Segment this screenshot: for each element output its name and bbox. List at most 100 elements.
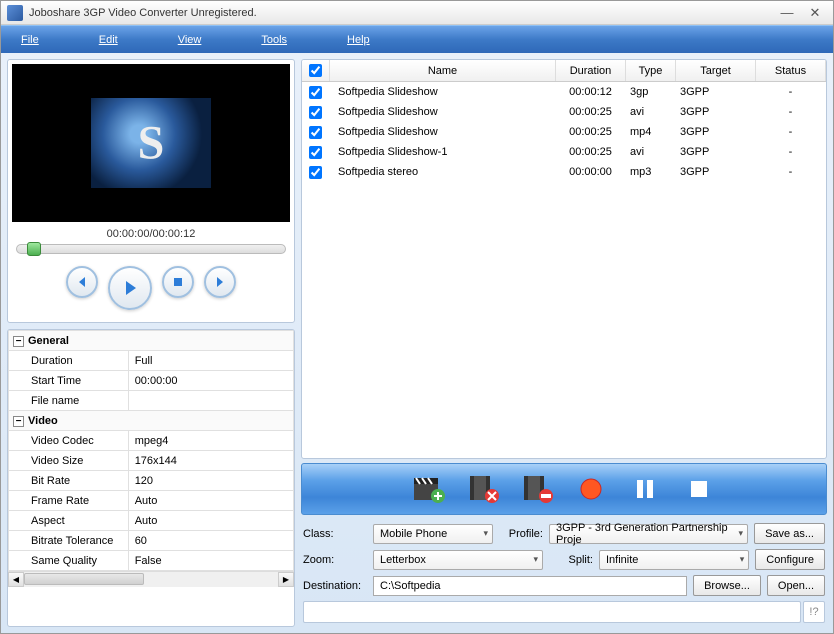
class-combo[interactable]: Mobile Phone (373, 524, 493, 544)
menu-edit[interactable]: Edit (99, 34, 118, 46)
film-clear-icon (520, 474, 554, 504)
col-name[interactable]: Name (330, 60, 556, 81)
cell-type: avi (626, 146, 676, 158)
prop-value[interactable]: 60 (128, 531, 293, 551)
cell-status: - (756, 146, 826, 158)
group-label: General (28, 335, 69, 347)
table-row[interactable]: Softpedia Slideshow 00:00:25 avi 3GPP - (302, 102, 826, 122)
prop-value[interactable]: 00:00:00 (128, 371, 293, 391)
menubar: File Edit View Tools Help (1, 25, 833, 53)
prop-key: Frame Rate (9, 491, 129, 511)
col-target[interactable]: Target (676, 60, 756, 81)
profile-combo[interactable]: 3GPP - 3rd Generation Partnership Proje (549, 524, 748, 544)
table-row[interactable]: Softpedia Slideshow-1 00:00:25 avi 3GPP … (302, 142, 826, 162)
stop-convert-button[interactable] (681, 471, 717, 507)
prop-value[interactable]: 176x144 (128, 451, 293, 471)
collapse-toggle[interactable]: − (13, 336, 24, 347)
menu-view[interactable]: View (178, 34, 202, 46)
open-button[interactable]: Open... (767, 575, 825, 596)
play-button[interactable] (108, 266, 152, 310)
film-remove-icon (466, 474, 500, 504)
collapse-toggle[interactable]: − (13, 416, 24, 427)
col-duration[interactable]: Duration (556, 60, 626, 81)
row-checkbox[interactable] (309, 146, 322, 159)
menu-tools[interactable]: Tools (261, 34, 287, 46)
class-label: Class: (303, 528, 367, 540)
prop-key: Same Quality (9, 551, 129, 571)
close-button[interactable]: ✕ (803, 5, 827, 21)
prop-key: Start Time (9, 371, 129, 391)
pause-button[interactable] (627, 471, 663, 507)
col-status[interactable]: Status (756, 60, 826, 81)
menu-file[interactable]: File (21, 34, 39, 46)
menu-help[interactable]: Help (347, 34, 370, 46)
prop-key: Duration (9, 351, 129, 371)
record-button[interactable] (573, 471, 609, 507)
browse-button[interactable]: Browse... (693, 575, 761, 596)
record-icon (579, 477, 603, 501)
minimize-button[interactable]: — (775, 5, 799, 21)
split-combo[interactable]: Infinite (599, 550, 749, 570)
group-label: Video (28, 415, 58, 427)
props-hscrollbar[interactable]: ◀ ▶ (8, 571, 294, 587)
cell-target: 3GPP (676, 106, 756, 118)
profile-label: Profile: (499, 528, 543, 540)
cell-name: Softpedia Slideshow (330, 106, 556, 118)
window-title: Joboshare 3GP Video Converter Unregister… (29, 7, 775, 19)
next-icon (213, 275, 227, 289)
prop-value[interactable]: False (128, 551, 293, 571)
properties-panel: −GeneralDurationFullStart Time00:00:00Fi… (7, 329, 295, 627)
stop-button[interactable] (162, 266, 194, 298)
zoom-combo[interactable]: Letterbox (373, 550, 543, 570)
prop-key: Bitrate Tolerance (9, 531, 129, 551)
clapper-add-icon (412, 474, 446, 504)
seek-thumb[interactable] (27, 242, 41, 256)
table-row[interactable]: Softpedia stereo 00:00:00 mp3 3GPP - (302, 162, 826, 182)
preview-panel: 00:00:00/00:00:12 (7, 59, 295, 323)
table-row[interactable]: Softpedia Slideshow 00:00:25 mp4 3GPP - (302, 122, 826, 142)
cell-status: - (756, 86, 826, 98)
scroll-thumb[interactable] (24, 573, 144, 585)
prop-key: File name (9, 391, 129, 411)
action-toolbar (301, 463, 827, 515)
prop-key: Video Codec (9, 431, 129, 451)
add-file-button[interactable] (411, 471, 447, 507)
titlebar: Joboshare 3GP Video Converter Unregister… (1, 1, 833, 25)
scroll-left-arrow[interactable]: ◀ (8, 572, 24, 587)
prev-icon (75, 275, 89, 289)
video-thumbnail (91, 98, 211, 188)
remove-file-button[interactable] (465, 471, 501, 507)
prop-value[interactable] (128, 391, 293, 411)
prop-value[interactable]: Full (128, 351, 293, 371)
row-checkbox[interactable] (309, 106, 322, 119)
row-checkbox[interactable] (309, 126, 322, 139)
prop-value[interactable]: Auto (128, 511, 293, 531)
clear-list-button[interactable] (519, 471, 555, 507)
scroll-right-arrow[interactable]: ▶ (278, 572, 294, 587)
destination-input[interactable]: C:\Softpedia (373, 576, 687, 596)
col-type[interactable]: Type (626, 60, 676, 81)
select-all-checkbox[interactable] (309, 64, 322, 77)
save-as-button[interactable]: Save as... (754, 523, 825, 544)
prop-key: Aspect (9, 511, 129, 531)
next-button[interactable] (204, 266, 236, 298)
prop-value[interactable]: Auto (128, 491, 293, 511)
configure-button[interactable]: Configure (755, 549, 825, 570)
prev-button[interactable] (66, 266, 98, 298)
prop-value[interactable]: 120 (128, 471, 293, 491)
settings-panel: Class: Mobile Phone Profile: 3GPP - 3rd … (301, 519, 827, 627)
seek-slider[interactable] (16, 244, 286, 254)
table-row[interactable]: Softpedia Slideshow 00:00:12 3gp 3GPP - (302, 82, 826, 102)
cell-target: 3GPP (676, 126, 756, 138)
row-checkbox[interactable] (309, 86, 322, 99)
dest-label: Destination: (303, 580, 367, 592)
status-help-button[interactable]: !? (803, 601, 825, 623)
cell-duration: 00:00:25 (556, 126, 626, 138)
prop-value[interactable]: mpeg4 (128, 431, 293, 451)
prop-key: Bit Rate (9, 471, 129, 491)
row-checkbox[interactable] (309, 166, 322, 179)
file-grid: Name Duration Type Target Status Softped… (301, 59, 827, 459)
video-preview[interactable] (12, 64, 290, 222)
cell-type: mp3 (626, 166, 676, 178)
grid-header: Name Duration Type Target Status (302, 60, 826, 82)
